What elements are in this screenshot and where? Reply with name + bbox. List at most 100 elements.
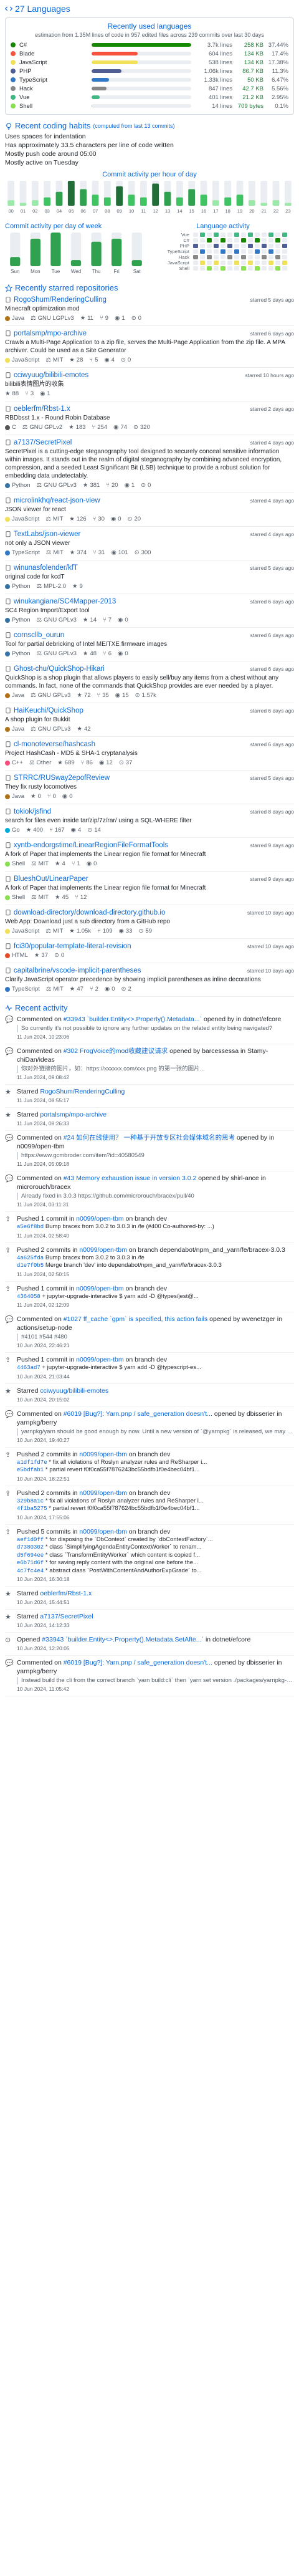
commit-sha-link[interactable]: e5bdfab1 bbox=[17, 1467, 44, 1473]
commit-sha-link[interactable]: d1e7f0b5 bbox=[17, 1262, 44, 1269]
fork-icon: ⑂ bbox=[49, 827, 53, 834]
law-icon: ⚖ bbox=[36, 482, 42, 489]
activity-target-link[interactable]: portalsmp/mpo-archive bbox=[40, 1111, 107, 1118]
commit-line: e6b71d6f * for saving reply content with… bbox=[17, 1559, 294, 1567]
star-icon: ★ bbox=[82, 617, 88, 623]
commit-sha-link[interactable]: a1df1fd7e bbox=[17, 1459, 47, 1466]
activity-target-link[interactable]: n0099/open-tbm bbox=[79, 1528, 126, 1536]
repo-name-link[interactable]: a7137/SecretPixel bbox=[14, 439, 247, 446]
commit-message: * fix all violations of Roslyn analyzer … bbox=[45, 1497, 204, 1504]
repo-name-link[interactable]: tokiok/jsfind bbox=[14, 808, 247, 815]
language-name: Hack bbox=[19, 85, 33, 92]
repo-name-link[interactable]: Ghost-chu/QuickShop-Hikari bbox=[14, 665, 247, 673]
repo-name-link[interactable]: winunasfolender/kfT bbox=[14, 564, 247, 572]
starred-repo: oeblerfm/Rbst-1.x starred 2 days ago RBDbs… bbox=[5, 401, 294, 435]
language-activity-cell bbox=[248, 249, 253, 254]
repo-stars: ★ 4 bbox=[55, 860, 65, 867]
activity-target-link[interactable]: n0099/open-tbm bbox=[79, 1489, 126, 1497]
commit-sha-link[interactable]: d7380302 bbox=[17, 1544, 44, 1550]
repo-name-link[interactable]: oeblerfm/Rbst-1.x bbox=[14, 405, 247, 413]
commit-sha-link[interactable]: e6b71d6f bbox=[17, 1560, 44, 1566]
repo-watchers-count: 0 bbox=[93, 860, 97, 867]
repo-watchers-count: 4 bbox=[77, 827, 82, 834]
repo-name-link[interactable]: fci30/popular-template-literal-revision bbox=[14, 943, 244, 950]
recent-activity-list: 💬 Commented on #33943 `builder.Entity<>.P… bbox=[5, 1012, 294, 1696]
repo-name-link[interactable]: cciwyuug/bilibili-emotes bbox=[14, 372, 242, 379]
star-icon: ★ bbox=[69, 928, 75, 935]
repo-meta: HTML ★ 37 ⊙ 0 bbox=[5, 952, 294, 959]
language-activity-cell bbox=[255, 266, 260, 271]
language-activity-chart: VueC#PHPTypeScriptHackJavaScriptShell bbox=[168, 232, 287, 271]
activity-item: ⇪ Pushed 5 commits in n0099/open-tbm on b… bbox=[5, 1525, 294, 1587]
activity-target-link[interactable]: #33943 `builder.Entity<>.Property().Meta… bbox=[42, 1636, 204, 1643]
language-activity-cell bbox=[262, 255, 267, 259]
activity-target-link[interactable]: #43 Memory exhaustion issue in version 3… bbox=[64, 1175, 197, 1182]
weekday-tick-label: Wed bbox=[71, 269, 81, 274]
repo-icon bbox=[5, 809, 11, 815]
activity-target-link[interactable]: #1027 ff_cache `gpm` is specified, this … bbox=[64, 1315, 208, 1323]
repo-license: ⚖ MIT bbox=[45, 928, 63, 935]
activity-target-link[interactable]: n0099/open-tbm bbox=[79, 1246, 126, 1254]
repo-starred-date: starred 9 days ago bbox=[250, 876, 294, 882]
repo-name-link[interactable]: HaiKeuchi/QuickShop bbox=[14, 707, 247, 714]
repo-forks-count: 30 bbox=[98, 516, 105, 522]
activity-date: 11 Jun 2024, 02:12:09 bbox=[17, 1302, 69, 1308]
repo-header: HaiKeuchi/QuickShop starred 6 days ago bbox=[5, 707, 294, 714]
activity-target-link[interactable]: #6019 [Bug?]: Yarn.pnp / safe_generation… bbox=[64, 1659, 212, 1666]
repo-name-link[interactable]: capitalbrine/vscode-implicit-parentheses bbox=[14, 967, 244, 974]
commit-sha-link[interactable]: a5e6f8bd bbox=[17, 1224, 44, 1230]
activity-target-link[interactable]: #302 FrogVoice的mod收藏建议请求 bbox=[64, 1047, 168, 1055]
repo-watchers: ◉ 0 bbox=[118, 617, 128, 623]
repo-name-link[interactable]: cornscllb_ourun bbox=[14, 632, 247, 639]
commit-sha-link[interactable]: 4f1ba5275 bbox=[17, 1506, 47, 1512]
fork-icon: ⑂ bbox=[92, 424, 96, 431]
repo-description: Crawls a Multi-Page Application to a zip… bbox=[5, 339, 285, 354]
repo-name-link[interactable]: microlinkhq/react-json-view bbox=[14, 497, 247, 504]
language-percent: 2.95% bbox=[272, 94, 288, 101]
activity-body: Commented on #6019 [Bug?]: Yarn.pnp / sa… bbox=[17, 1658, 294, 1693]
commit-sha-link[interactable]: 4364058 bbox=[17, 1294, 40, 1300]
activity-target-link[interactable]: oeblerfm/Rbst-1.x bbox=[40, 1590, 92, 1597]
repo-name-link[interactable]: RogoShum/RenderingCulling bbox=[14, 296, 247, 304]
activity-target-link[interactable]: n0099/open-tbm bbox=[76, 1285, 123, 1292]
repo-name-link[interactable]: TextLabs/json-viewer bbox=[14, 531, 247, 538]
repo-name-link[interactable]: winukangiane/SC4Mapper-2013 bbox=[14, 598, 247, 605]
repo-license: ⚖ MIT bbox=[31, 860, 49, 867]
activity-target-link[interactable]: n0099/open-tbm bbox=[76, 1215, 123, 1223]
activity-body: Opened #33943 `builder.Entity<>.Property… bbox=[17, 1635, 294, 1653]
activity-target-link[interactable]: cciwyuug/bilibili-emotes bbox=[40, 1387, 108, 1395]
repo-name-link[interactable]: xyntb-endorgstime/LinearRegionFileFormat… bbox=[14, 842, 247, 849]
commit-sha-link[interactable]: 329b8a1c bbox=[17, 1498, 44, 1504]
language-activity-cell bbox=[207, 249, 212, 254]
repo-header: STRRC/RUSway2epofReview starred 5 days ag… bbox=[5, 774, 294, 782]
commit-sha-link[interactable]: d5f694ee bbox=[17, 1552, 44, 1559]
language-color-dot bbox=[11, 69, 16, 74]
language-activity-cell bbox=[214, 255, 219, 259]
repo-watchers-count: 1 bbox=[47, 390, 50, 397]
repo-name-link[interactable]: BlueshOut/LinearPaper bbox=[14, 875, 247, 883]
repo-forks: ⑂ 12 bbox=[75, 894, 87, 901]
language-percent: 17.4% bbox=[272, 50, 288, 57]
activity-target-link[interactable]: #6019 [Bug?]: Yarn.pnp / safe_generation… bbox=[64, 1410, 212, 1418]
repo-name-link[interactable]: STRRC/RUSway2epofReview bbox=[14, 774, 247, 782]
activity-target-link[interactable]: #24 如何在线使用？ 一种基于开放专区社会媒体域名的思考 bbox=[64, 1134, 235, 1141]
commit-sha-link[interactable]: 4a625fda bbox=[17, 1255, 44, 1261]
repo-name-link[interactable]: cl-monoteverse/hashcash bbox=[14, 741, 247, 748]
language-row: JavaScript 538 lines 134 KB 17.38% bbox=[11, 58, 288, 67]
activity-target-link[interactable]: n0099/open-tbm bbox=[79, 1451, 126, 1458]
activity-date: 11 Jun 2024, 02:50:15 bbox=[17, 1271, 69, 1277]
activity-target-link[interactable]: RogoShum/RenderingCulling bbox=[40, 1088, 125, 1095]
activity-target-link[interactable]: a7137/SecretPixel bbox=[40, 1613, 93, 1620]
repo-starred-date: starred 6 days ago bbox=[250, 741, 294, 747]
repo-license: ⚖ MIT bbox=[45, 516, 63, 522]
commit-sha-link[interactable]: 4c7fc4e4 bbox=[17, 1568, 44, 1574]
repo-icon bbox=[5, 910, 11, 916]
commit-sha-link[interactable]: aef1d0ff bbox=[17, 1537, 44, 1543]
repo-name-link[interactable]: download-directory/download-directory.gi… bbox=[14, 909, 244, 916]
activity-target-link[interactable]: n0099/open-tbm bbox=[76, 1356, 123, 1363]
commit-sha-link[interactable]: 4463ad7 bbox=[17, 1365, 40, 1371]
activity-target-link[interactable]: #33943 `builder.Entity<>.Property().Meta… bbox=[64, 1016, 202, 1023]
repo-meta: Python ⚖ GNU GPLv3 ★ 48 ⑂ 6 ◉ 0 bbox=[5, 650, 294, 657]
issue-icon: ⊙ bbox=[135, 692, 140, 699]
repo-name-link[interactable]: portalsmp/mpo-archive bbox=[14, 330, 247, 337]
